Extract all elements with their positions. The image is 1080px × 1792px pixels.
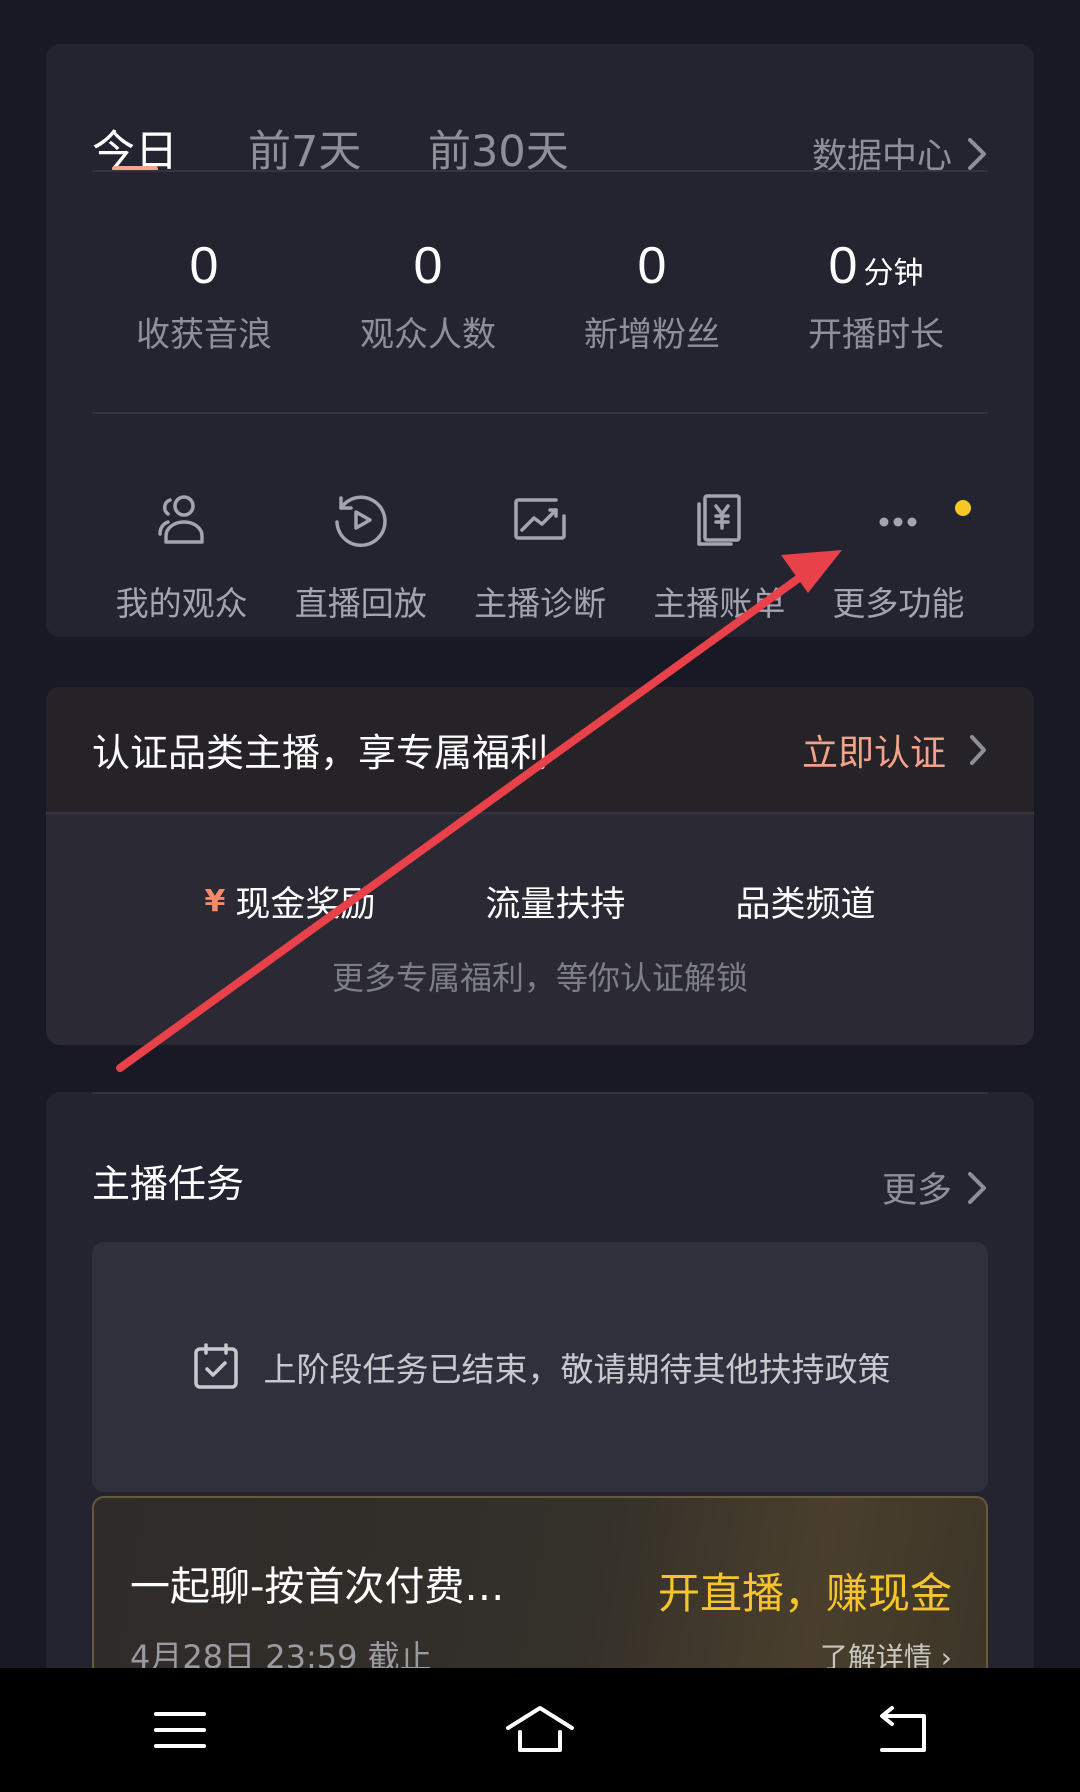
stat-live-duration: 0 分钟 开播时长 (764, 230, 988, 400)
tasks-more-link[interactable]: 更多 (882, 1162, 988, 1213)
audience-icon (157, 495, 204, 544)
certify-now-label: 立即认证 (801, 732, 946, 774)
stats-card: 今日 前7天 前30天 数据中心 0 收获音浪 0 观众人数 0 新增粉丝 0 … (46, 44, 1034, 637)
benefit-label: 品类频道 (735, 885, 876, 925)
more-icon (879, 517, 917, 527)
tool-bill[interactable]: 主播账单 (630, 488, 809, 626)
benefit-category-channel: 品类频道 (735, 876, 875, 927)
stat-value: 0 (413, 237, 443, 295)
benefit-traffic-support: 流量扶持 (485, 876, 625, 927)
replay-icon (335, 495, 387, 548)
benefits-row: ¥ 现金奖励 流量扶持 品类频道 (46, 876, 1034, 927)
divider (92, 412, 988, 414)
benefit-cash-reward: ¥ 现金奖励 (205, 876, 376, 927)
nav-back-button[interactable] (840, 1680, 960, 1780)
certification-subtitle: 更多专属福利，等你认证解锁 (331, 959, 748, 997)
benefit-label: 现金奖励 (235, 885, 376, 925)
nav-menu-button[interactable] (120, 1680, 240, 1780)
stat-unit: 分钟 (863, 256, 924, 291)
stat-new-fans: 0 新增粉丝 (540, 230, 764, 400)
system-nav-bar (0, 1668, 1080, 1792)
diagnosis-icon (514, 498, 566, 540)
certification-title: 认证品类主播，享专属福利 (92, 731, 549, 775)
notification-dot (954, 500, 971, 516)
benefit-label: 流量扶持 (485, 885, 626, 925)
page: 今日 前7天 前30天 数据中心 0 收获音浪 0 观众人数 0 新增粉丝 0 … (0, 0, 1080, 1792)
date-tabs: 今日 前7天 前30天 数据中心 (46, 44, 1034, 177)
stat-viewers: 0 观众人数 (316, 230, 540, 400)
calendar-check-icon (193, 1343, 238, 1389)
stat-label: 收获音浪 (136, 315, 272, 355)
tool-label: 直播回放 (294, 584, 427, 623)
tool-label: 主播账单 (653, 584, 786, 623)
tab-30-days[interactable]: 前30天 (428, 122, 569, 182)
tasks-title: 主播任务 (92, 1162, 245, 1206)
promo-cta: 开直播，赚现金 (657, 1569, 952, 1618)
stat-label: 开播时长 (808, 315, 944, 355)
certification-card: 认证品类主播，享专属福利 立即认证 ¥ 现金奖励 流量扶持 品类频道 更多专属福… (46, 687, 1034, 1045)
bill-icon (697, 494, 741, 546)
stat-value: 0 (189, 237, 219, 295)
stat-value: 0 (828, 237, 858, 295)
tool-label: 主播诊断 (474, 584, 606, 623)
tab-today[interactable]: 今日 (92, 122, 178, 182)
task-notice: 上阶段任务已结束，敬请期待其他扶持政策 (92, 1242, 988, 1492)
stat-label: 新增粉丝 (584, 315, 720, 355)
tasks-more-label: 更多 (881, 1171, 952, 1211)
nav-home-button[interactable] (480, 1680, 600, 1780)
certification-header: 认证品类主播，享专属福利 立即认证 (46, 687, 1034, 814)
tab-7-days[interactable]: 前7天 (248, 122, 361, 182)
promo-title: 一起聊-按首次付费… (130, 1564, 505, 1610)
chevron-right-icon (968, 1171, 986, 1204)
yen-icon: ¥ (204, 884, 226, 919)
promo-banner[interactable]: 一起聊-按首次付费… 开直播，赚现金 4月28日 23:59 截止 了解详情 › (92, 1496, 988, 1696)
task-notice-text: 上阶段任务已结束，敬请期待其他扶持政策 (263, 1350, 891, 1389)
stats-row: 0 收获音浪 0 观众人数 0 新增粉丝 0 分钟 开播时长 (92, 230, 988, 400)
divider (92, 170, 988, 172)
stat-audio-waves: 0 收获音浪 (92, 230, 316, 400)
divider (92, 1092, 988, 1094)
home-icon (506, 1706, 574, 1752)
menu-icon (154, 1712, 206, 1748)
tool-label: 我的观众 (115, 584, 248, 623)
back-icon (880, 1706, 926, 1752)
tools-row: 我的观众 直播回放 主播诊断 主播账单 更多功能 (92, 488, 988, 626)
tool-diagnosis[interactable]: 主播诊断 (450, 488, 629, 626)
chevron-right-icon (968, 137, 986, 170)
tool-my-audience[interactable]: 我的观众 (92, 488, 271, 626)
tool-label: 更多功能 (832, 584, 965, 623)
certify-now-button[interactable]: 立即认证 (802, 724, 988, 776)
chevron-right-icon (970, 734, 986, 765)
stat-value: 0 (637, 237, 667, 295)
stat-label: 观众人数 (360, 315, 496, 355)
tool-live-replay[interactable]: 直播回放 (271, 488, 450, 626)
tool-more-functions[interactable]: 更多功能 (809, 488, 988, 626)
